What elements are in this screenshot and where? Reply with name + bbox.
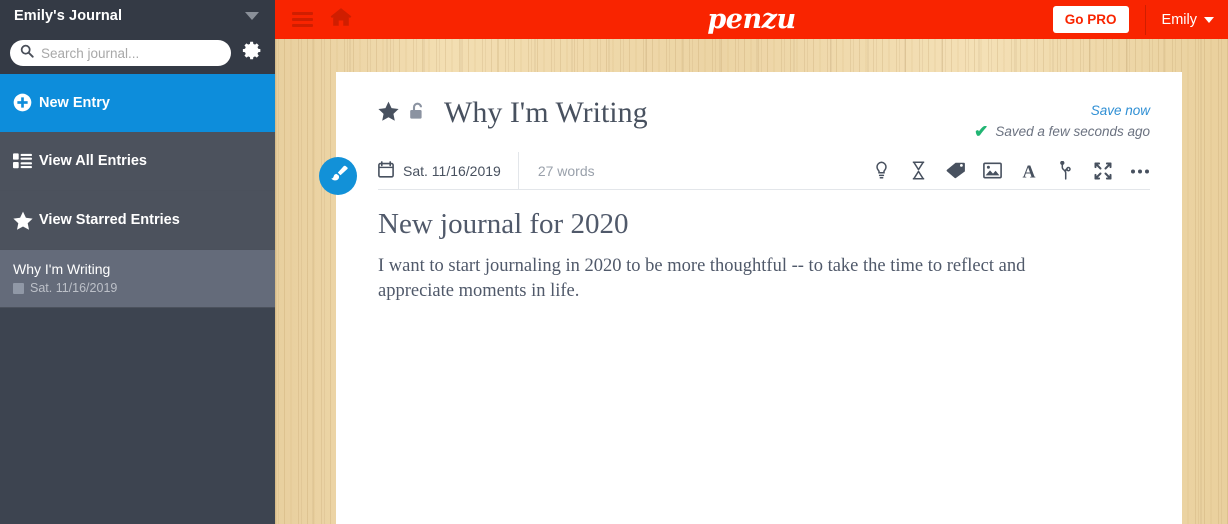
notebook-icon <box>13 282 24 294</box>
star-icon <box>13 211 39 230</box>
user-name-label: Emily <box>1161 11 1197 28</box>
paintbrush-button[interactable] <box>319 157 357 195</box>
font-icon[interactable]: A <box>1019 161 1039 181</box>
header-right-group: Go PRO Emily <box>1052 0 1228 39</box>
toolbar-date-label: Sat. 11/16/2019 <box>403 162 501 179</box>
star-icon[interactable] <box>378 101 399 126</box>
header-divider <box>1144 4 1146 35</box>
top-header-bar: penzu Go PRO Emily <box>275 0 1228 39</box>
entry-body[interactable]: New journal for 2020 I want to start jou… <box>336 190 1182 304</box>
sidebar-header[interactable]: Emily's Journal <box>0 0 275 32</box>
home-icon[interactable] <box>330 7 352 32</box>
user-menu[interactable]: Emily <box>1162 12 1214 28</box>
journal-title: Emily's Journal <box>14 8 123 24</box>
saved-status-row: ✔ Saved a few seconds ago <box>974 123 1150 140</box>
editor-toolbar: Sat. 11/16/2019 27 words A <box>378 151 1150 190</box>
save-status-group: Save now ✔ Saved a few seconds ago <box>974 103 1150 140</box>
hourglass-icon[interactable] <box>908 161 928 181</box>
search-box[interactable] <box>10 40 231 66</box>
entry-date-button[interactable]: Sat. 11/16/2019 <box>378 151 519 190</box>
sidebar-item-view-all-entries[interactable]: View All Entries <box>0 132 275 191</box>
pin-icon[interactable] <box>1056 161 1076 181</box>
journal-entry-paper: Why I'm Writing Save now ✔ Saved a few s… <box>336 72 1182 524</box>
chevron-down-icon[interactable] <box>245 12 259 20</box>
entry-date: Sat. 11/16/2019 <box>30 281 118 295</box>
sidebar-item-label: New Entry <box>39 94 110 111</box>
sidebar-search-row <box>0 32 275 74</box>
page-title[interactable]: Why I'm Writing <box>444 96 648 130</box>
paintbrush-icon <box>329 164 348 188</box>
gear-icon[interactable] <box>242 40 263 66</box>
sidebar: Emily's Journal New Entry <box>0 0 275 524</box>
document-header: Why I'm Writing Save now ✔ Saved a few s… <box>336 72 1182 152</box>
caret-down-icon <box>1204 16 1214 23</box>
status-badge: Saved a few seconds ago <box>995 124 1150 139</box>
word-count-label: 27 words <box>537 162 595 179</box>
sidebar-item-label: View All Entries <box>39 153 147 169</box>
lightbulb-icon[interactable] <box>871 161 891 181</box>
unlocked-padlock-icon[interactable] <box>409 101 426 126</box>
entry-body-heading: New journal for 2020 <box>378 208 629 240</box>
list-icon <box>13 153 39 169</box>
plus-circle-icon <box>13 93 39 112</box>
entry-body-paragraph: I want to start journaling in 2020 to be… <box>378 256 1026 301</box>
entry-date-row: Sat. 11/16/2019 <box>13 281 262 295</box>
hamburger-icon[interactable] <box>292 12 313 27</box>
list-item[interactable]: Why I'm Writing Sat. 11/16/2019 <box>0 250 275 308</box>
sidebar-item-label: View Starred Entries <box>39 212 180 228</box>
tag-icon[interactable] <box>945 161 965 181</box>
toolbar-icon-group: A <box>871 161 1150 181</box>
sidebar-item-new-entry[interactable]: New Entry <box>0 74 275 132</box>
sidebar-item-view-starred-entries[interactable]: View Starred Entries <box>0 191 275 250</box>
check-icon: ✔ <box>974 122 989 141</box>
save-now-button[interactable]: Save now <box>974 103 1150 118</box>
entry-title: Why I'm Writing <box>13 261 111 277</box>
search-icon <box>20 44 34 63</box>
image-icon[interactable] <box>982 161 1002 181</box>
fullscreen-icon[interactable] <box>1093 161 1113 181</box>
ellipsis-icon[interactable] <box>1130 161 1150 181</box>
calendar-icon <box>378 160 394 181</box>
svg-text:A: A <box>1023 162 1036 180</box>
go-pro-button[interactable]: Go PRO <box>1052 6 1129 33</box>
search-input[interactable] <box>41 45 221 61</box>
